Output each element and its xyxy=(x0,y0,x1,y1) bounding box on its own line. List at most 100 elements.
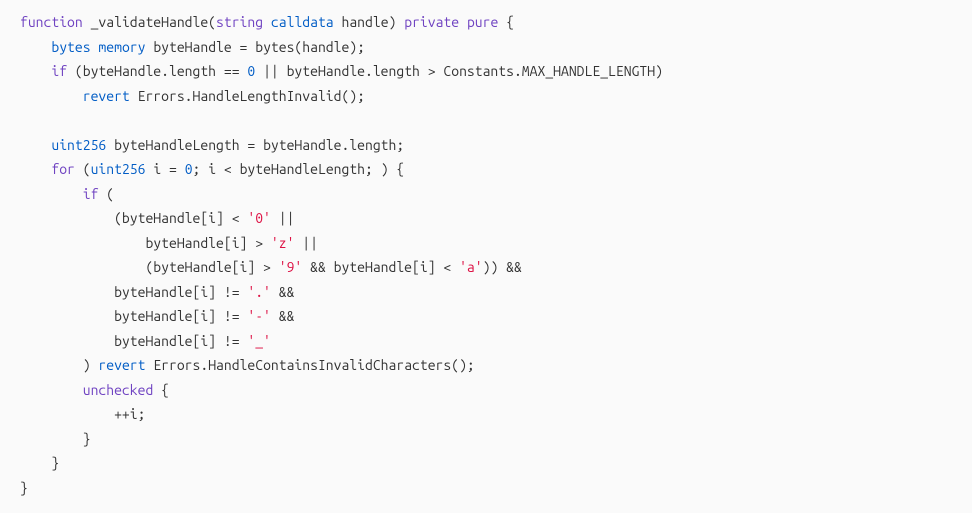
token-kw2: uint256 xyxy=(51,137,106,153)
token-ident: && xyxy=(271,308,295,324)
token-sp xyxy=(67,63,75,79)
indent xyxy=(20,210,114,226)
code-line: byteHandle[i] != '_' xyxy=(20,329,952,354)
code-line: ++i; xyxy=(20,402,952,427)
indent xyxy=(20,88,83,104)
token-num: 0 xyxy=(185,161,193,177)
token-sp xyxy=(75,161,83,177)
code-line: ) revert Errors.HandleContainsInvalidCha… xyxy=(20,353,952,378)
code-line: bytes memory byteHandle = bytes(handle); xyxy=(20,35,952,60)
token-str: '.' xyxy=(247,284,271,300)
token-ident: { xyxy=(506,14,514,30)
token-ident: ++i; xyxy=(114,406,145,422)
token-ident: ( xyxy=(106,186,114,202)
token-sp xyxy=(130,88,138,104)
token-ident: byteHandle = bytes(handle); xyxy=(153,39,365,55)
token-ident: byteHandle[i] > xyxy=(145,235,270,251)
token-str: 'a' xyxy=(459,259,483,275)
token-kw2: uint256 xyxy=(91,161,146,177)
token-ident: Errors.HandleContainsInvalidCharacters()… xyxy=(153,357,474,373)
token-kw2: revert xyxy=(83,88,130,104)
code-line: } xyxy=(20,476,952,501)
token-sp xyxy=(459,14,467,30)
token-kw: if xyxy=(83,186,99,202)
token-ident: byteHandle[i] != xyxy=(114,308,247,324)
token-kw: function xyxy=(20,14,83,30)
token-ident: i = xyxy=(153,161,184,177)
code-line: } xyxy=(20,451,952,476)
code-line: revert Errors.HandleLengthInvalid(); xyxy=(20,84,952,109)
token-sp xyxy=(153,382,161,398)
indent xyxy=(20,235,145,251)
indent xyxy=(20,455,51,471)
token-str: '0' xyxy=(247,210,271,226)
indent xyxy=(20,382,83,398)
token-str: '9' xyxy=(279,259,303,275)
token-str: '-' xyxy=(247,308,271,324)
indent xyxy=(20,186,83,202)
indent xyxy=(20,431,83,447)
token-ident: || xyxy=(294,235,318,251)
token-kw: private xyxy=(404,14,459,30)
code-line: (byteHandle[i] < '0' || xyxy=(20,206,952,231)
token-ident: (byteHandle[i] > xyxy=(145,259,278,275)
token-ident: ) xyxy=(83,357,99,373)
token-ident: handle) xyxy=(342,14,405,30)
indent xyxy=(20,284,114,300)
code-line: if (byteHandle.length == 0 || byteHandle… xyxy=(20,59,952,84)
token-ident: || xyxy=(271,210,295,226)
token-kw2: memory xyxy=(98,39,145,55)
code-line: (byteHandle[i] > '9' && byteHandle[i] < … xyxy=(20,255,952,280)
indent xyxy=(20,308,114,324)
token-ident: )) && xyxy=(483,259,522,275)
token-ident: } xyxy=(51,455,59,471)
token-sp xyxy=(263,14,271,30)
indent xyxy=(20,259,145,275)
token-ident: ; i < byteHandleLength; ) { xyxy=(193,161,405,177)
token-kw: pure xyxy=(467,14,498,30)
token-ident: (byteHandle.length == xyxy=(75,63,247,79)
code-line: } xyxy=(20,427,952,452)
token-kw2: calldata xyxy=(271,14,334,30)
code-line: if ( xyxy=(20,182,952,207)
indent xyxy=(20,333,114,349)
token-ident: && xyxy=(271,284,295,300)
token-kw: for xyxy=(51,161,75,177)
token-kw2: revert xyxy=(98,357,145,373)
token-sp xyxy=(83,14,91,30)
indent xyxy=(20,161,51,177)
indent xyxy=(20,406,114,422)
token-sp xyxy=(498,14,506,30)
token-sp xyxy=(334,14,342,30)
indent xyxy=(20,357,83,373)
code-line: byteHandle[i] > 'z' || xyxy=(20,231,952,256)
code-line: for (uint256 i = 0; i < byteHandleLength… xyxy=(20,157,952,182)
indent xyxy=(20,63,51,79)
indent xyxy=(20,39,51,55)
token-ident: } xyxy=(83,431,91,447)
token-ident: byteHandle[i] != xyxy=(114,333,247,349)
token-kw2: bytes xyxy=(51,39,90,55)
token-ident: byteHandle[i] != xyxy=(114,284,247,300)
token-kw: if xyxy=(51,63,67,79)
token-ident: (byteHandle[i] < xyxy=(114,210,247,226)
code-block: function _validateHandle(string calldata… xyxy=(20,10,952,500)
token-ident: _validateHandle( xyxy=(91,14,216,30)
token-str: '_' xyxy=(247,333,271,349)
token-ident: Errors.HandleLengthInvalid(); xyxy=(138,88,365,104)
code-line: byteHandle[i] != '.' && xyxy=(20,280,952,305)
token-ident: } xyxy=(20,480,28,496)
token-ident: { xyxy=(161,382,169,398)
token-ident: && byteHandle[i] < xyxy=(302,259,459,275)
code-line xyxy=(20,108,952,133)
code-line: unchecked { xyxy=(20,378,952,403)
code-line: function _validateHandle(string calldata… xyxy=(20,10,952,35)
token-ident: ( xyxy=(83,161,91,177)
token-ident: || byteHandle.length > Constants.MAX_HAN… xyxy=(255,63,663,79)
code-line: byteHandle[i] != '-' && xyxy=(20,304,952,329)
token-sp xyxy=(106,137,114,153)
token-kw: string xyxy=(216,14,263,30)
indent xyxy=(20,137,51,153)
token-kw: unchecked xyxy=(83,382,154,398)
token-ident: byteHandleLength = byteHandle.length; xyxy=(114,137,404,153)
